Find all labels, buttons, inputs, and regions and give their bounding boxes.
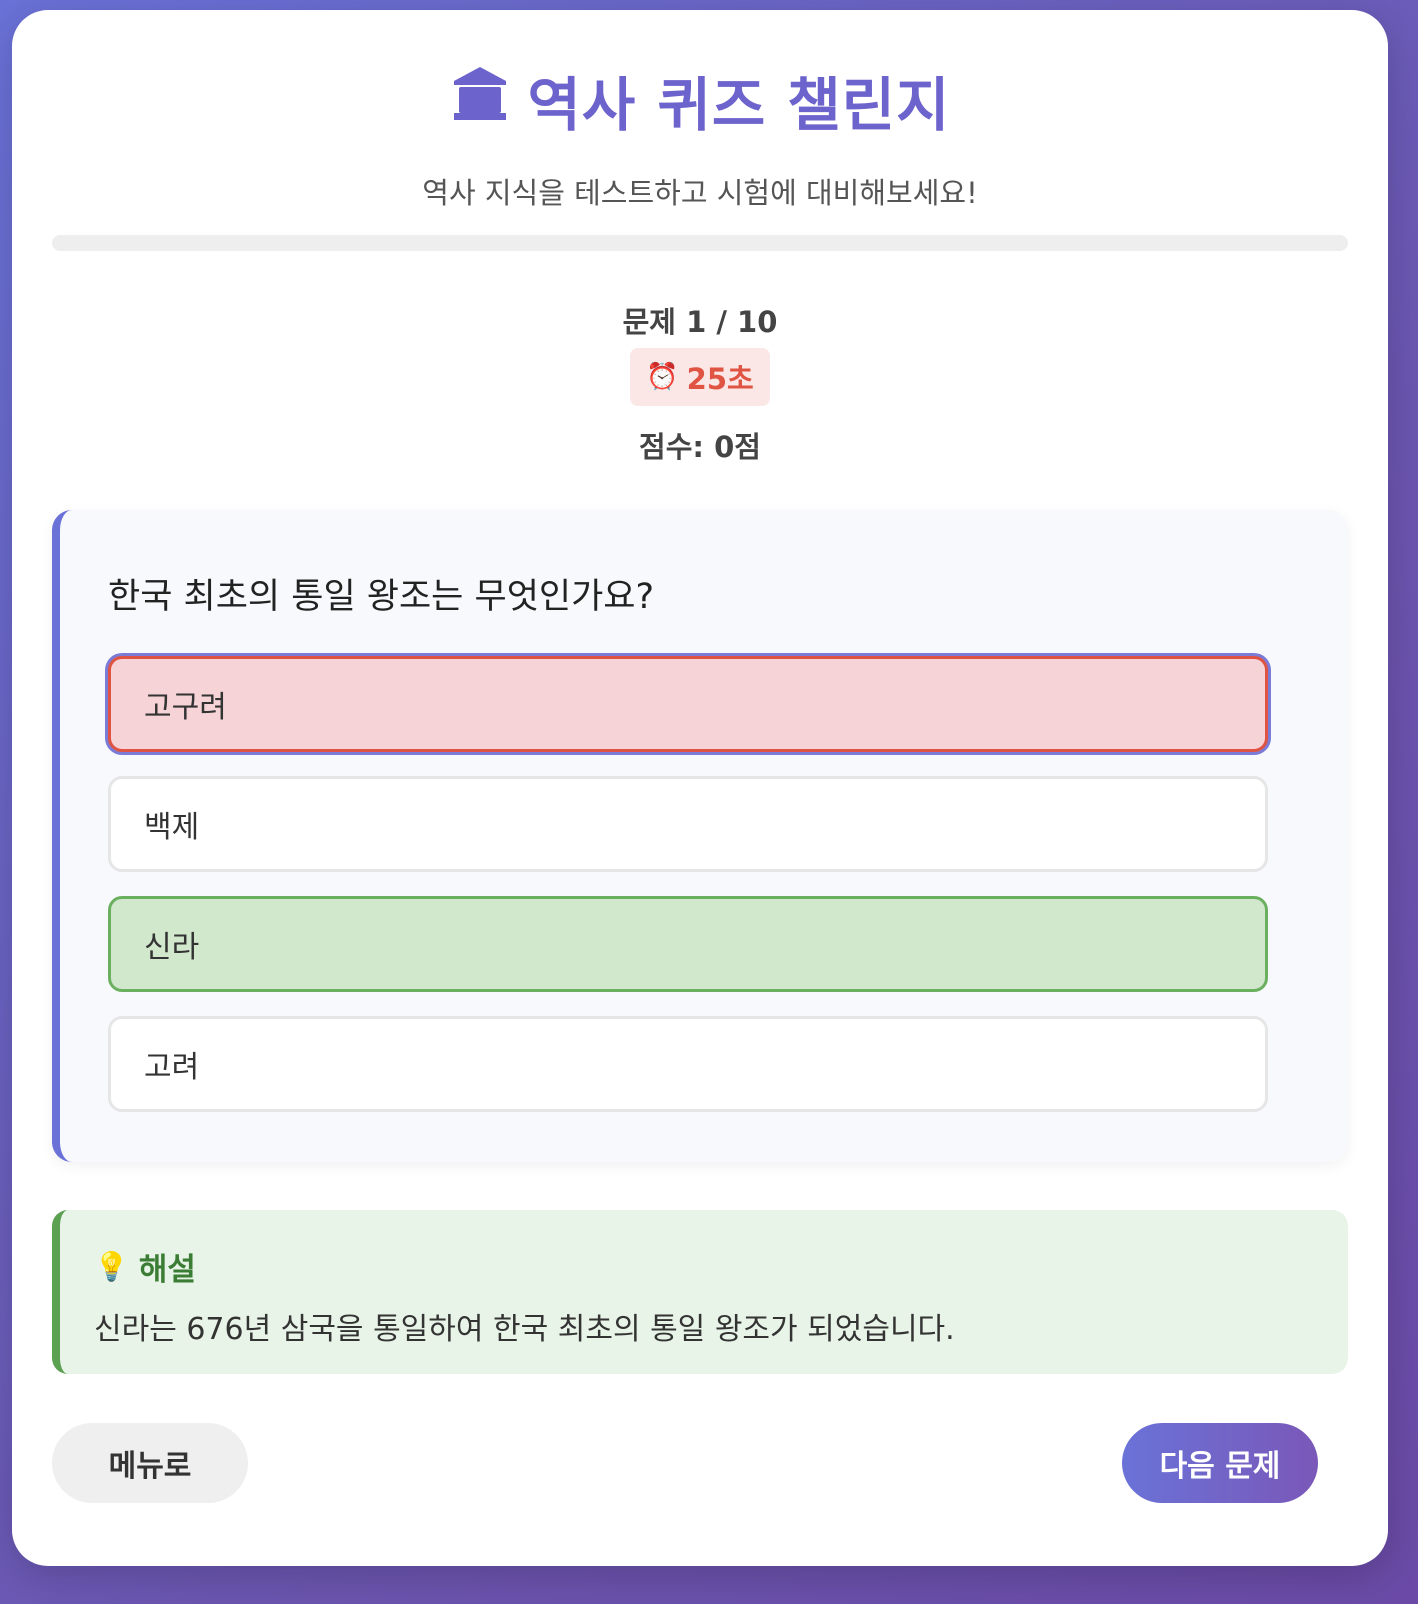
explanation-box: 💡 해설 신라는 676년 삼국을 통일하여 한국 최초의 통일 왕조가 되었습… xyxy=(52,1210,1348,1374)
timer-badge: ⏰ 25초 xyxy=(630,348,770,406)
option-label: 백제 xyxy=(144,810,200,845)
option-label: 고구려 xyxy=(144,690,227,725)
header: 역사 퀴즈 챌린지 역사 지식을 테스트하고 시험에 대비해보세요! xyxy=(12,58,1388,212)
explanation-text: 신라는 676년 삼국을 통일하여 한국 최초의 통일 왕조가 되었습니다. xyxy=(94,1312,955,1347)
question-box: 한국 최초의 통일 왕조는 무엇인가요? 고구려 백제 신라 고려 xyxy=(52,510,1348,1162)
timer-value: 25초 xyxy=(686,362,754,396)
lightbulb-icon: 💡 xyxy=(94,1250,129,1283)
title-text: 역사 퀴즈 챌린지 xyxy=(527,71,951,139)
option-3[interactable]: 신라 xyxy=(108,896,1268,992)
score-display: 점수: 0점 xyxy=(639,430,761,464)
option-label: 고려 xyxy=(144,1050,200,1085)
next-question-button[interactable]: 다음 문제 xyxy=(1122,1423,1318,1503)
menu-button[interactable]: 메뉴로 xyxy=(52,1423,248,1503)
page-title: 역사 퀴즈 챌린지 xyxy=(450,58,951,142)
option-4[interactable]: 고려 xyxy=(108,1016,1268,1112)
option-2[interactable]: 백제 xyxy=(108,776,1268,872)
option-label: 신라 xyxy=(144,930,200,965)
museum-icon xyxy=(450,63,510,137)
quiz-card: 역사 퀴즈 챌린지 역사 지식을 테스트하고 시험에 대비해보세요! 문제 1 … xyxy=(12,10,1388,1566)
explanation-title: 해설 xyxy=(138,1252,196,1288)
option-1[interactable]: 고구려 xyxy=(108,656,1268,752)
page-subtitle: 역사 지식을 테스트하고 시험에 대비해보세요! xyxy=(422,176,978,210)
question-counter: 문제 1 / 10 xyxy=(622,305,778,339)
explanation-heading: 💡 해설 xyxy=(94,1244,196,1289)
question-text: 한국 최초의 통일 왕조는 무엇인가요? xyxy=(108,577,655,617)
alarm-clock-icon: ⏰ xyxy=(646,362,679,392)
progress-bar xyxy=(52,235,1348,251)
